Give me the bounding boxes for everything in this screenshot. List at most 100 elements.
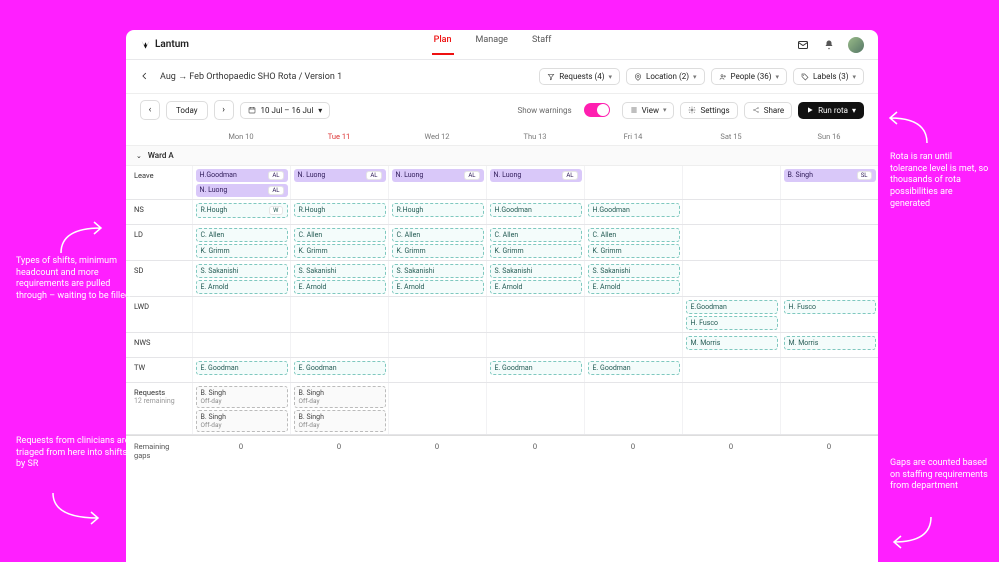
arrow-icon [48,488,108,528]
day-header: Mon 10 Tue 11 Wed 12 Thu 13 Fri 14 Sat 1… [126,128,878,146]
arrow-icon [56,218,116,258]
shift-chip[interactable]: C. Allen [490,228,582,242]
shift-chip[interactable]: S. Sakanishi [588,264,680,278]
brand: Lantum [140,39,189,50]
row-sd: SD S. Sakanishi E. Arnold S. Sakanishi E. … [126,261,878,297]
chevron-down-icon: ▾ [663,106,667,114]
shift-chip[interactable]: E. Goodman [196,361,288,375]
gap-value: 0 [584,436,682,466]
shift-chip[interactable]: C. Allen [588,228,680,242]
warnings-toggle[interactable] [584,103,610,117]
chevron-down-icon: ▾ [852,73,856,81]
request-chip[interactable]: B. SinghOff-day [294,410,386,432]
ward-group[interactable]: ⌄Ward A [126,146,878,166]
shift-chip[interactable]: E. Arnold [294,280,386,294]
shift-chip[interactable]: R.HoughW [196,203,288,218]
request-chip[interactable]: B. SinghOff-day [196,386,288,408]
shift-chip[interactable]: E. Arnold [588,280,680,294]
row-label: NWS [126,333,192,352]
arrow-icon [882,108,932,148]
bell-icon[interactable] [822,38,836,52]
nav-tabs: Plan Manage Staff [432,35,554,55]
gap-value: 0 [486,436,584,466]
view-button[interactable]: View▾ [622,102,675,119]
shift-chip[interactable]: S. Sakanishi [196,264,288,278]
row-requests: Requests12 remaining B. SinghOff-day B. … [126,383,878,435]
shift-chip[interactable]: N. LuongAL [196,184,288,197]
shift-chip[interactable]: N. LuongAL [392,169,484,182]
shift-chip[interactable]: H.Goodman [588,203,680,217]
filter-requests[interactable]: Requests (4)▾ [539,68,620,85]
shift-chip[interactable]: C. Allen [294,228,386,242]
shift-chip[interactable]: B. SinghSL [784,169,876,182]
settings-button[interactable]: Settings [680,102,737,119]
tab-staff[interactable]: Staff [530,35,553,55]
mail-icon[interactable] [796,38,810,52]
filter-labels[interactable]: Labels (3)▾ [793,68,864,85]
request-chip[interactable]: B. SinghOff-day [294,386,386,408]
gap-value: 0 [780,436,878,466]
tab-plan[interactable]: Plan [432,35,454,55]
shift-chip[interactable]: K. Grimm [588,244,680,258]
back-icon[interactable] [140,71,150,83]
request-chip[interactable]: B. SinghOff-day [196,410,288,432]
play-icon [806,106,814,114]
date-picker[interactable]: 10 Jul – 16 Jul▾ [240,102,331,119]
row-tw: TW E. Goodman E. Goodman E. Goodman E. G… [126,358,878,383]
annotation: Types of shifts, minimum headcount and m… [16,256,131,303]
filter-location[interactable]: Location (2)▾ [626,68,704,85]
schedule-grid: Mon 10 Tue 11 Wed 12 Thu 13 Fri 14 Sat 1… [126,128,878,562]
shift-chip[interactable]: E. Arnold [196,280,288,294]
shift-chip[interactable]: K. Grimm [294,244,386,258]
row-lwd: LWD E.Goodman H. Fusco H. Fusco [126,297,878,333]
shift-chip[interactable]: E. Arnold [392,280,484,294]
next-button[interactable]: › [214,100,234,120]
shift-chip[interactable]: K. Grimm [490,244,582,258]
share-button[interactable]: Share [744,102,792,119]
shift-chip[interactable]: H. Fusco [686,316,778,330]
shift-chip[interactable]: E. Arnold [490,280,582,294]
tab-manage[interactable]: Manage [474,35,510,55]
day-col: Fri 14 [584,128,682,145]
gap-value: 0 [290,436,388,466]
brand-text: Lantum [155,39,189,50]
shift-chip[interactable]: C. Allen [392,228,484,242]
shift-chip[interactable]: R.Hough [294,203,386,217]
arrow-icon [886,512,936,552]
shift-chip[interactable]: S. Sakanishi [490,264,582,278]
filter-people[interactable]: People (36)▾ [711,68,788,85]
row-label: SD [126,261,192,280]
shift-chip[interactable]: H. Fusco [784,300,876,314]
shift-chip[interactable]: H.Goodman [490,203,582,217]
shift-chip[interactable]: E.Goodman [686,300,778,314]
row-ns: NS R.HoughW R.Hough R.Hough H.Goodman H.… [126,200,878,225]
shift-chip[interactable]: S. Sakanishi [294,264,386,278]
breadcrumb-bar: Aug → Feb Orthopaedic SHO Rota / Version… [126,60,878,94]
prev-button[interactable]: ‹ [140,100,160,120]
shift-chip[interactable]: R.Hough [392,203,484,217]
top-right [796,37,864,53]
gap-value: 0 [192,436,290,466]
shift-chip[interactable]: M. Morris [784,336,876,350]
row-label: TW [126,358,192,377]
logo-icon [140,39,151,50]
annotation: Requests from clinicians are triaged fro… [16,436,131,471]
shift-chip[interactable]: M. Morris [686,336,778,350]
shift-chip[interactable]: N. LuongAL [294,169,386,182]
avatar[interactable] [848,37,864,53]
run-rota-button[interactable]: Run rota▾ [798,102,864,119]
shift-chip[interactable]: E. Goodman [294,361,386,375]
shift-chip[interactable]: N. LuongAL [490,169,582,182]
shift-chip[interactable]: S. Sakanishi [392,264,484,278]
today-button[interactable]: Today [166,101,208,120]
shift-chip[interactable]: E. Goodman [490,361,582,375]
row-label: LWD [126,297,192,316]
shift-chip[interactable]: E. Goodman [588,361,680,375]
shift-chip[interactable]: K. Grimm [196,244,288,258]
gear-icon [688,106,696,114]
day-col: Sat 15 [682,128,780,145]
shift-chip[interactable]: H.GoodmanAL [196,169,288,182]
list-icon [630,106,638,114]
shift-chip[interactable]: K. Grimm [392,244,484,258]
shift-chip[interactable]: C. Allen [196,228,288,242]
